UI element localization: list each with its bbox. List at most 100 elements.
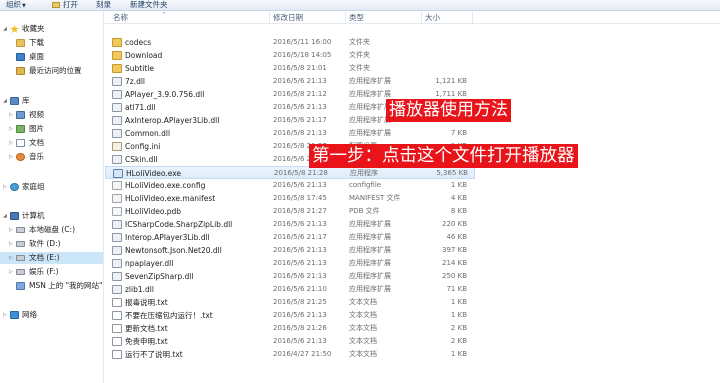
file-name: 更新文档.txt (125, 324, 168, 333)
burn-label: 刻录 (96, 0, 111, 9)
dll-icon (112, 285, 122, 294)
file-size: 7 KB (450, 129, 467, 137)
file-type: 应用程序扩展 (349, 233, 391, 241)
expand-arrow-icon[interactable]: ▷ (9, 224, 13, 236)
open-button[interactable]: 打开 (52, 0, 78, 11)
nav-drive-f-label: 娱乐 (F:) (29, 267, 59, 276)
column-header-date[interactable]: 修改日期 (270, 11, 345, 24)
nav-msn-label: MSN 上的 "我的网站" (29, 281, 103, 290)
file-row[interactable]: 免责申明.txt 2016/5/6 21:13 文本文档 2 KB (105, 335, 475, 348)
column-header-row: ^ 名称 修改日期 类型 大小 (105, 11, 720, 24)
pdb-icon (112, 207, 122, 216)
file-type: 应用程序扩展 (349, 272, 391, 280)
nav-drive-e-label: 文档 (E:) (29, 253, 60, 262)
library-icon (10, 97, 19, 105)
nav-downloads[interactable]: 下载 (0, 37, 103, 49)
file-name: 免责申明.txt (125, 337, 168, 346)
column-header-name[interactable]: ^ 名称 (110, 11, 270, 24)
ini-icon (112, 142, 122, 151)
expand-arrow-icon[interactable]: ▷ (9, 109, 13, 121)
nav-homegroup[interactable]: ▷ 家庭组 (0, 181, 103, 193)
expand-arrow-icon[interactable]: ▷ (9, 151, 13, 163)
nav-drive-f[interactable]: ▷ 娱乐 (F:) (0, 266, 103, 278)
file-row[interactable]: Subtitle 2016/5/8 21:01 文件夹 (105, 62, 475, 75)
expand-arrow-icon[interactable]: ◢ (3, 95, 7, 107)
nav-drive-d-label: 软件 (D:) (29, 239, 61, 248)
manifest-icon (112, 194, 122, 203)
file-row[interactable]: 不要在压缩包内运行！.txt 2016/5/6 21:13 文本文档 1 KB (105, 309, 475, 322)
file-row[interactable]: Interop.APlayer3Lib.dll 2016/5/6 21:17 应用程… (105, 231, 475, 244)
tutorial-title-banner: 播放器使用方法 (386, 99, 511, 122)
expand-arrow-icon[interactable]: ▷ (3, 181, 7, 193)
file-row[interactable]: zlib1.dll 2016/5/6 21:10 应用程序扩展 71 KB (105, 283, 475, 296)
file-name: Subtitle (125, 64, 154, 73)
navigation-pane: ◢ 收藏夹 下载 桌面 最近访问的位置 ◢ 库 ▷ 视频 ▷ 图片 ▷ 文档 ▷… (0, 11, 104, 383)
file-row[interactable]: Common.dll 2016/5/8 21:13 应用程序扩展 7 KB (105, 127, 475, 140)
column-divider[interactable] (472, 12, 473, 23)
file-type: 应用程序扩展 (349, 285, 391, 293)
file-modified-date: 2016/5/6 21:13 (273, 311, 327, 319)
file-modified-date: 2016/5/8 21:01 (273, 64, 327, 72)
nav-favorites[interactable]: ◢ 收藏夹 (0, 23, 103, 35)
file-row[interactable]: SevenZipSharp.dll 2016/5/6 21:13 应用程序扩展 250… (105, 270, 475, 283)
nav-drive-e[interactable]: ▷ 文档 (E:) (0, 252, 103, 264)
file-modified-date: 2016/5/8 21:27 (273, 207, 327, 215)
file-row[interactable]: Newtonsoft.Json.Net20.dll 2016/5/6 21:13 应… (105, 244, 475, 257)
file-row[interactable]: 运行不了说明.txt 2016/4/27 21:50 文本文档 1 KB (105, 348, 475, 361)
expand-arrow-icon[interactable]: ▷ (9, 252, 13, 264)
file-row[interactable]: Download 2016/5/18 14:05 文件夹 (105, 49, 475, 62)
nav-pictures[interactable]: ▷ 图片 (0, 123, 103, 135)
homegroup-icon (10, 183, 19, 191)
burn-button[interactable]: 刻录 (96, 0, 111, 11)
expand-arrow-icon[interactable]: ▷ (3, 309, 7, 321)
column-header-type[interactable]: 类型 (346, 11, 421, 24)
file-row[interactable]: HLoliVideo.exe.manifest 2016/5/8 17:45 MAN… (105, 192, 475, 205)
nav-recent[interactable]: 最近访问的位置 (0, 65, 103, 77)
nav-desktop[interactable]: 桌面 (0, 51, 103, 63)
file-size: 2 KB (450, 337, 467, 345)
file-row[interactable]: 更新文档.txt 2016/5/8 21:26 文本文档 2 KB (105, 322, 475, 335)
nav-drive-c-label: 本地磁盘 (C:) (29, 225, 75, 234)
nav-network[interactable]: ▷ 网络 (0, 309, 103, 321)
file-name: Config.ini (125, 142, 161, 151)
command-bar: 组织▼ 打开 刻录 新建文件夹 (0, 0, 720, 11)
nav-videos[interactable]: ▷ 视频 (0, 109, 103, 121)
nav-computer[interactable]: ◢ 计算机 (0, 210, 103, 222)
txt-icon (112, 337, 122, 346)
file-name: atl71.dll (125, 103, 156, 112)
nav-drive-d[interactable]: ▷ 软件 (D:) (0, 238, 103, 250)
file-row[interactable]: HLoliVideo.exe.config 2016/5/6 21:13 confi… (105, 179, 475, 192)
nav-libraries[interactable]: ◢ 库 (0, 95, 103, 107)
file-row[interactable]: ICSharpCode.SharpZipLib.dll 2016/5/6 21:1… (105, 218, 475, 231)
expand-arrow-icon[interactable]: ▷ (9, 266, 13, 278)
file-row[interactable]: 报毒说明.txt 2016/5/8 21:25 文本文档 1 KB (105, 296, 475, 309)
file-row[interactable]: 7z.dll 2016/5/6 21:13 应用程序扩展 1,121 KB (105, 75, 475, 88)
dll-icon (112, 116, 122, 125)
file-type: 文本文档 (349, 350, 377, 358)
expand-arrow-icon[interactable]: ◢ (3, 23, 7, 35)
nav-documents[interactable]: ▷ 文档 (0, 137, 103, 149)
downloads-icon (16, 39, 25, 47)
file-row[interactable]: npaplayer.dll 2016/5/6 21:13 应用程序扩展 214 KB (105, 257, 475, 270)
expand-arrow-icon[interactable]: ▷ (9, 238, 13, 250)
column-header-size[interactable]: 大小 (422, 11, 472, 24)
file-name: AxInterop.APlayer3Lib.dll (125, 116, 220, 125)
file-type: 文本文档 (349, 311, 377, 319)
desktop-icon (16, 53, 25, 61)
file-size: 1,121 KB (435, 77, 467, 85)
open-label: 打开 (63, 0, 78, 9)
nav-drive-c[interactable]: ▷ 本地磁盘 (C:) (0, 224, 103, 236)
file-name: 运行不了说明.txt (125, 350, 183, 359)
expand-arrow-icon[interactable]: ◢ (3, 210, 7, 222)
expand-arrow-icon[interactable]: ▷ (9, 137, 13, 149)
file-size: 397 KB (442, 246, 467, 254)
nav-music[interactable]: ▷ 音乐 (0, 151, 103, 163)
file-name: APlayer_3.9.0.756.dll (125, 90, 205, 99)
organize-menu[interactable]: 组织▼ (6, 0, 26, 11)
expand-arrow-icon[interactable]: ▷ (9, 123, 13, 135)
nav-msn-sites[interactable]: MSN 上的 "我的网站" (0, 280, 103, 292)
file-row[interactable]: codecs 2016/5/11 16:00 文件夹 (105, 36, 475, 49)
file-row[interactable]: HLoliVideo.pdb 2016/5/8 21:27 PDB 文件 8 KB (105, 205, 475, 218)
nav-documents-label: 文档 (29, 138, 44, 147)
file-size: 4 KB (450, 194, 467, 202)
